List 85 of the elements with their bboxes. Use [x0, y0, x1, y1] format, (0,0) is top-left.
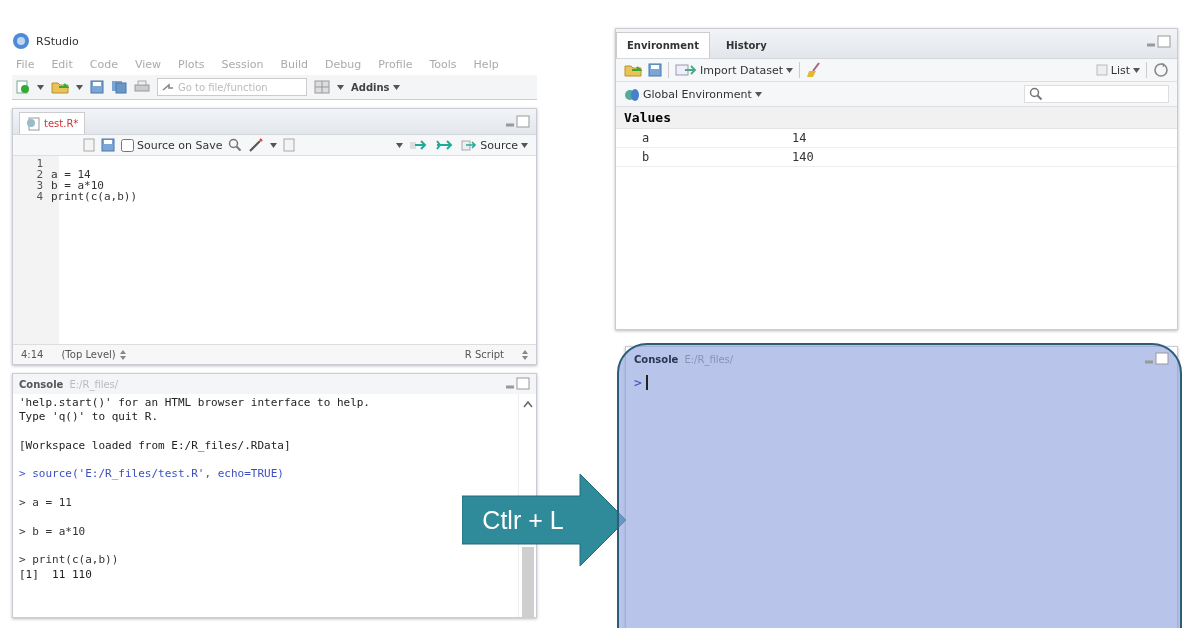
folder-icon[interactable]: [51, 80, 69, 94]
list-view-button[interactable]: List: [1095, 63, 1140, 77]
broom-icon[interactable]: [806, 62, 823, 78]
caret-icon[interactable]: [1133, 67, 1140, 73]
caret-icon[interactable]: [396, 142, 404, 148]
section-heading: Values: [616, 107, 1177, 129]
console-line: > print(c(a,b)): [19, 553, 120, 568]
scroll-up-icon[interactable]: [522, 400, 533, 408]
scrollbar-thumb[interactable]: [521, 547, 534, 617]
save-icon[interactable]: [101, 138, 115, 152]
caret-icon[interactable]: [37, 84, 44, 90]
import-dataset-button[interactable]: Import Dataset: [675, 63, 794, 77]
search-icon[interactable]: [228, 138, 243, 152]
caret-icon[interactable]: [337, 84, 344, 90]
source-on-save-checkbox[interactable]: [121, 138, 134, 152]
console-line: [1] 11 110: [19, 567, 93, 582]
console-line: 'help.start()' for an HTML browser interface to help.: [19, 396, 371, 411]
menu-item[interactable]: File: [16, 58, 35, 71]
wand-icon[interactable]: [248, 138, 265, 152]
console-title: Console: [634, 353, 679, 365]
console-line: > a = 11: [19, 496, 73, 511]
file-type-label[interactable]: R Script: [464, 349, 504, 360]
environment-dropdown[interactable]: Global Environment: [624, 86, 762, 102]
editor-tab[interactable]: test.R*: [19, 112, 86, 134]
menu-item[interactable]: Plots: [178, 58, 205, 71]
minimize-maximize-icon[interactable]: [504, 114, 530, 129]
variable-value: 14: [792, 131, 807, 145]
variable-name: a: [642, 131, 651, 145]
cursor-position: 4:14: [21, 349, 44, 360]
list-icon: [1095, 64, 1108, 76]
folder-icon[interactable]: [624, 63, 642, 77]
code-line: b = a*10: [51, 180, 104, 191]
print-icon[interactable]: [134, 80, 150, 94]
scope-label[interactable]: (Top Level): [61, 349, 116, 360]
console-line: [Workspace loaded from E:/R_files/.RData]: [19, 438, 292, 454]
variable-value: 140: [792, 150, 814, 164]
menu-item[interactable]: View: [134, 58, 161, 71]
console-line: Type 'q()' to quit R.: [19, 410, 160, 425]
source-button[interactable]: Source: [461, 138, 528, 152]
checkbox-label: Source on Save: [137, 138, 223, 152]
search-icon[interactable]: [1029, 87, 1043, 101]
caret-icon[interactable]: [754, 91, 762, 97]
console-line: > b = a*10: [19, 524, 87, 539]
menu-item[interactable]: Tools: [429, 58, 457, 71]
pane-tab[interactable]: History: [715, 32, 777, 58]
r-logo-icon: [12, 32, 30, 50]
console-line: > source('E:/R_files/test.R', echo=TRUE): [19, 467, 285, 482]
menu-item[interactable]: Session: [221, 58, 264, 71]
text-cursor: [645, 375, 648, 390]
window-title: RStudio: [36, 34, 79, 48]
variable-name: b: [642, 150, 651, 164]
menu-item[interactable]: Build: [280, 58, 309, 71]
menu-item[interactable]: Profile: [378, 58, 413, 71]
import-icon: [675, 63, 697, 77]
code-line: a = 14: [51, 169, 91, 180]
menu-item[interactable]: Help: [473, 58, 499, 71]
pane-tab[interactable]: Environment: [616, 32, 710, 58]
caret-icon[interactable]: [76, 84, 83, 90]
search-field[interactable]: Go to file/function: [157, 78, 307, 96]
save-icon[interactable]: [90, 80, 104, 94]
r-file-icon: [26, 116, 40, 131]
source-icon: [461, 139, 478, 151]
up-down-icon: [119, 349, 126, 360]
up-down-icon: [522, 349, 528, 360]
callout-text: Ctlr + L: [481, 504, 565, 536]
new-file-icon[interactable]: [16, 80, 30, 94]
save-all-icon[interactable]: [111, 80, 127, 94]
minimize-maximize-icon[interactable]: [504, 377, 530, 391]
caret-icon[interactable]: [521, 142, 528, 148]
console-title: Console: [19, 378, 64, 390]
caret-icon[interactable]: [270, 142, 278, 148]
menu-item[interactable]: Code: [89, 58, 118, 71]
code-line: print(c(a,b)): [51, 191, 138, 202]
minimize-maximize-icon[interactable]: [1143, 352, 1169, 366]
save-icon[interactable]: [648, 63, 662, 77]
refresh-icon[interactable]: [1153, 62, 1169, 78]
caret-icon[interactable]: [786, 67, 794, 73]
addins-button[interactable]: Addins: [351, 81, 400, 93]
console-path: E:/R_files/: [69, 378, 119, 390]
caret-icon[interactable]: [392, 84, 400, 90]
minimize-maximize-icon[interactable]: [1145, 35, 1171, 49]
console-prompt: >: [634, 375, 642, 390]
menu-item[interactable]: Debug: [325, 58, 362, 71]
search-field[interactable]: [1024, 85, 1169, 103]
menu-item[interactable]: Edit: [51, 58, 73, 71]
